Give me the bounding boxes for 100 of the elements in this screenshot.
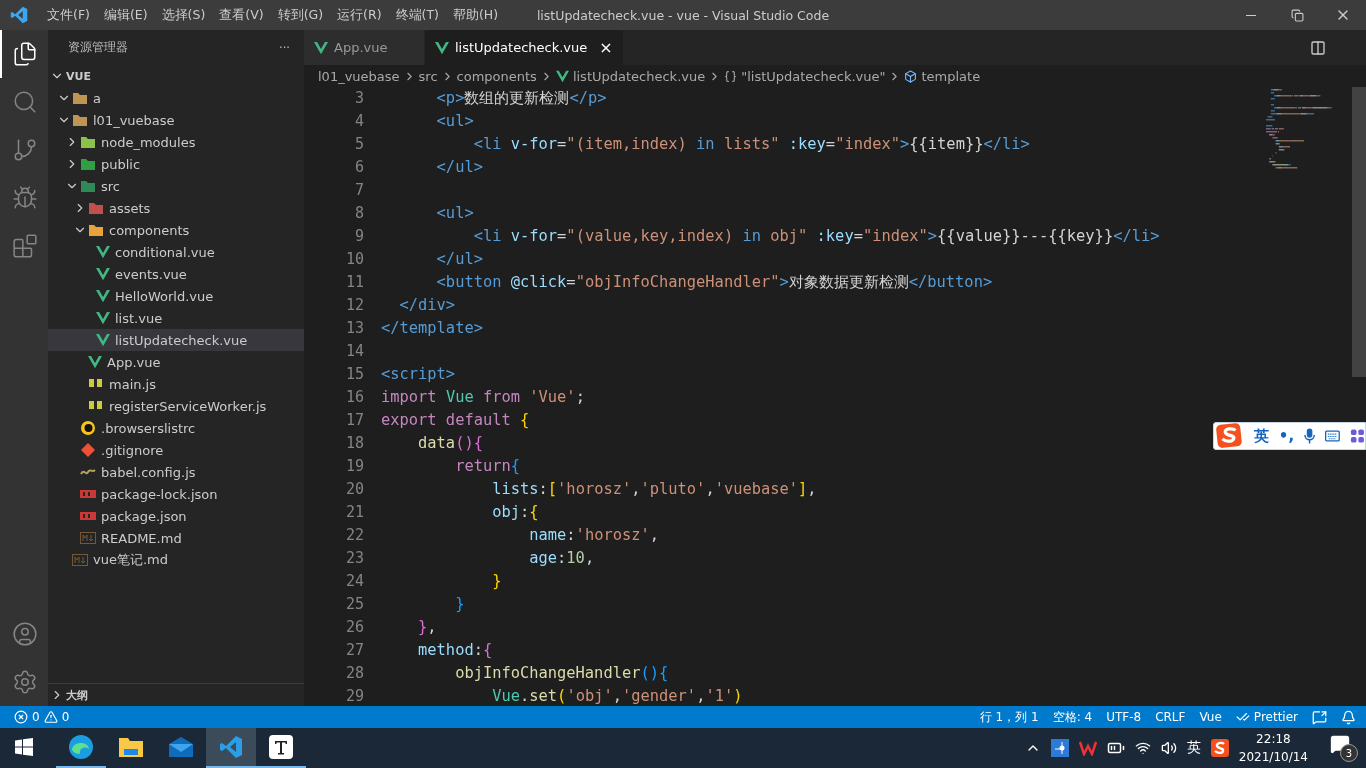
line-number: 16: [344, 387, 364, 408]
code-line: method:{: [417, 640, 493, 661]
line-number: 21: [344, 502, 364, 523]
line-number: 13: [344, 318, 364, 339]
status-item[interactable]: 空格: 4: [1052, 708, 1093, 726]
editor-tab[interactable]: listUpdatecheck.vue ×: [425, 30, 624, 65]
tree-item[interactable]: node_modules: [48, 131, 304, 153]
volume-icon[interactable]: [1160, 740, 1177, 756]
error-icon: [14, 710, 28, 724]
status-item[interactable]: Vue: [1199, 710, 1222, 724]
line-number: 9: [353, 226, 364, 247]
cube-icon: [904, 69, 918, 83]
tree-item[interactable]: assets: [48, 197, 304, 219]
code-line: <li v-for="(item,index) in lists" :key="index">{{item}}</li>: [472, 134, 1030, 155]
code-line: </ul>: [435, 249, 483, 270]
line-number: 22: [344, 525, 364, 546]
bell-icon[interactable]: [1341, 709, 1356, 725]
code-line: lists:['horosz','pluto','vuebase'],: [491, 479, 817, 500]
folder-icon: [118, 736, 144, 758]
tree-item[interactable]: list.vue: [48, 307, 304, 329]
tree-item[interactable]: registerServiceWorker.js: [48, 395, 304, 417]
clock[interactable]: 22:18 2021/10/14: [1238, 730, 1308, 766]
tree-item[interactable]: .browserslistrc: [48, 417, 304, 439]
status-item[interactable]: UTF-8: [1106, 710, 1142, 724]
feedback-icon[interactable]: [1312, 709, 1327, 725]
tree-item[interactable]: events.vue: [48, 263, 304, 285]
tree-item[interactable]: a: [48, 87, 304, 109]
breadcrumb-item[interactable]: src: [418, 68, 438, 84]
tree-item[interactable]: src: [48, 175, 304, 197]
tree-item[interactable]: HelloWorld.vue: [48, 285, 304, 307]
menu-item[interactable]: 查看(V): [212, 6, 271, 24]
punctuation-toggle[interactable]: •,: [1278, 427, 1295, 445]
more-actions-button[interactable]: ···: [279, 40, 290, 55]
scrollbar-thumb[interactable]: [1352, 87, 1366, 377]
vue-icon: [96, 333, 110, 347]
section-title[interactable]: VUE: [66, 69, 91, 83]
network-app-icon[interactable]: [1050, 739, 1069, 757]
tree-item[interactable]: vue笔记.md: [48, 549, 304, 571]
code-line: Vue.set('obj','gender','1'): [491, 686, 743, 706]
wifi-icon[interactable]: [1134, 740, 1151, 756]
vue-icon: [96, 267, 110, 281]
code-line: name:'horosz',: [528, 525, 660, 546]
code-line: },: [417, 617, 437, 638]
tree-item[interactable]: babel.config.js: [48, 461, 304, 483]
breadcrumb-item[interactable]: template: [904, 68, 981, 84]
code-line: data(){: [417, 433, 483, 454]
grid-icon[interactable]: [1350, 428, 1365, 444]
code-line: }: [491, 571, 502, 592]
menu-item[interactable]: 帮助(H): [445, 6, 506, 24]
editor-tab[interactable]: App.vue: [304, 30, 425, 65]
breadcrumb-item[interactable]: listUpdatecheck.vue: [555, 68, 706, 84]
tree-item[interactable]: main.js: [48, 373, 304, 395]
close-tab-button[interactable]: ×: [599, 38, 613, 57]
breadcrumb-item[interactable]: components: [456, 68, 537, 84]
breadcrumb-item[interactable]: l01_vuebase: [318, 68, 400, 84]
circle-icon: [80, 420, 96, 436]
vue-icon: [435, 40, 449, 55]
window-title: listUpdatecheck.vue - vue - Visual Studio Code: [536, 7, 830, 23]
wps-icon[interactable]: [1078, 740, 1097, 756]
notification-button[interactable]: 3: [1330, 734, 1358, 762]
tree-item[interactable]: public: [48, 153, 304, 175]
line-number: 6: [353, 157, 364, 178]
status-item[interactable]: 行 1，列 1: [979, 708, 1039, 726]
breadcrumb-item[interactable]: "listUpdatecheck.vue": [724, 68, 886, 84]
tree-item[interactable]: README.md: [48, 527, 304, 549]
tree-item[interactable]: conditional.vue: [48, 241, 304, 263]
ime-logo-icon[interactable]: [1210, 739, 1229, 757]
vue-icon: [96, 245, 110, 259]
menu-item[interactable]: 选择(S): [154, 6, 213, 24]
ime-mode-toggle[interactable]: 英: [1253, 426, 1269, 446]
section-title[interactable]: 大纲: [66, 687, 88, 703]
tree-item[interactable]: .gitignore: [48, 439, 304, 461]
vue-icon: [555, 69, 569, 83]
line-number: 14: [344, 341, 364, 362]
tree-item[interactable]: package-lock.json: [48, 483, 304, 505]
tree-item[interactable]: package.json: [48, 505, 304, 527]
code-line: export default {: [381, 410, 530, 431]
markdown-icon: [72, 554, 88, 566]
tree-item[interactable]: listUpdatecheck.vue: [48, 329, 304, 351]
line-number: 27: [344, 640, 364, 661]
menu-item[interactable]: 文件(F): [40, 6, 97, 24]
split-editor-icon[interactable]: [1310, 39, 1326, 56]
line-number: 10: [344, 249, 364, 270]
menu-item[interactable]: 运行(R): [330, 6, 389, 24]
problems-indicator[interactable]: 0 0: [14, 710, 70, 724]
menu-item[interactable]: 终端(T): [388, 6, 446, 24]
browser-icon: [68, 734, 94, 760]
menu-item[interactable]: 编辑(E): [96, 6, 155, 24]
line-number: 20: [344, 479, 364, 500]
code-line: <p>数组的更新检测</p>: [435, 88, 607, 109]
status-item[interactable]: Prettier: [1235, 710, 1298, 724]
keyboard-icon[interactable]: [1325, 430, 1341, 442]
tree-item[interactable]: l01_vuebase: [48, 109, 304, 131]
vue-icon: [96, 311, 110, 325]
tree-item[interactable]: components: [48, 219, 304, 241]
input-mode-indicator[interactable]: 英: [1186, 739, 1201, 757]
status-item[interactable]: CRLF: [1155, 710, 1186, 724]
microphone-icon[interactable]: [1304, 427, 1316, 445]
tree-item[interactable]: App.vue: [48, 351, 304, 373]
menu-item[interactable]: 转到(G): [270, 6, 331, 24]
